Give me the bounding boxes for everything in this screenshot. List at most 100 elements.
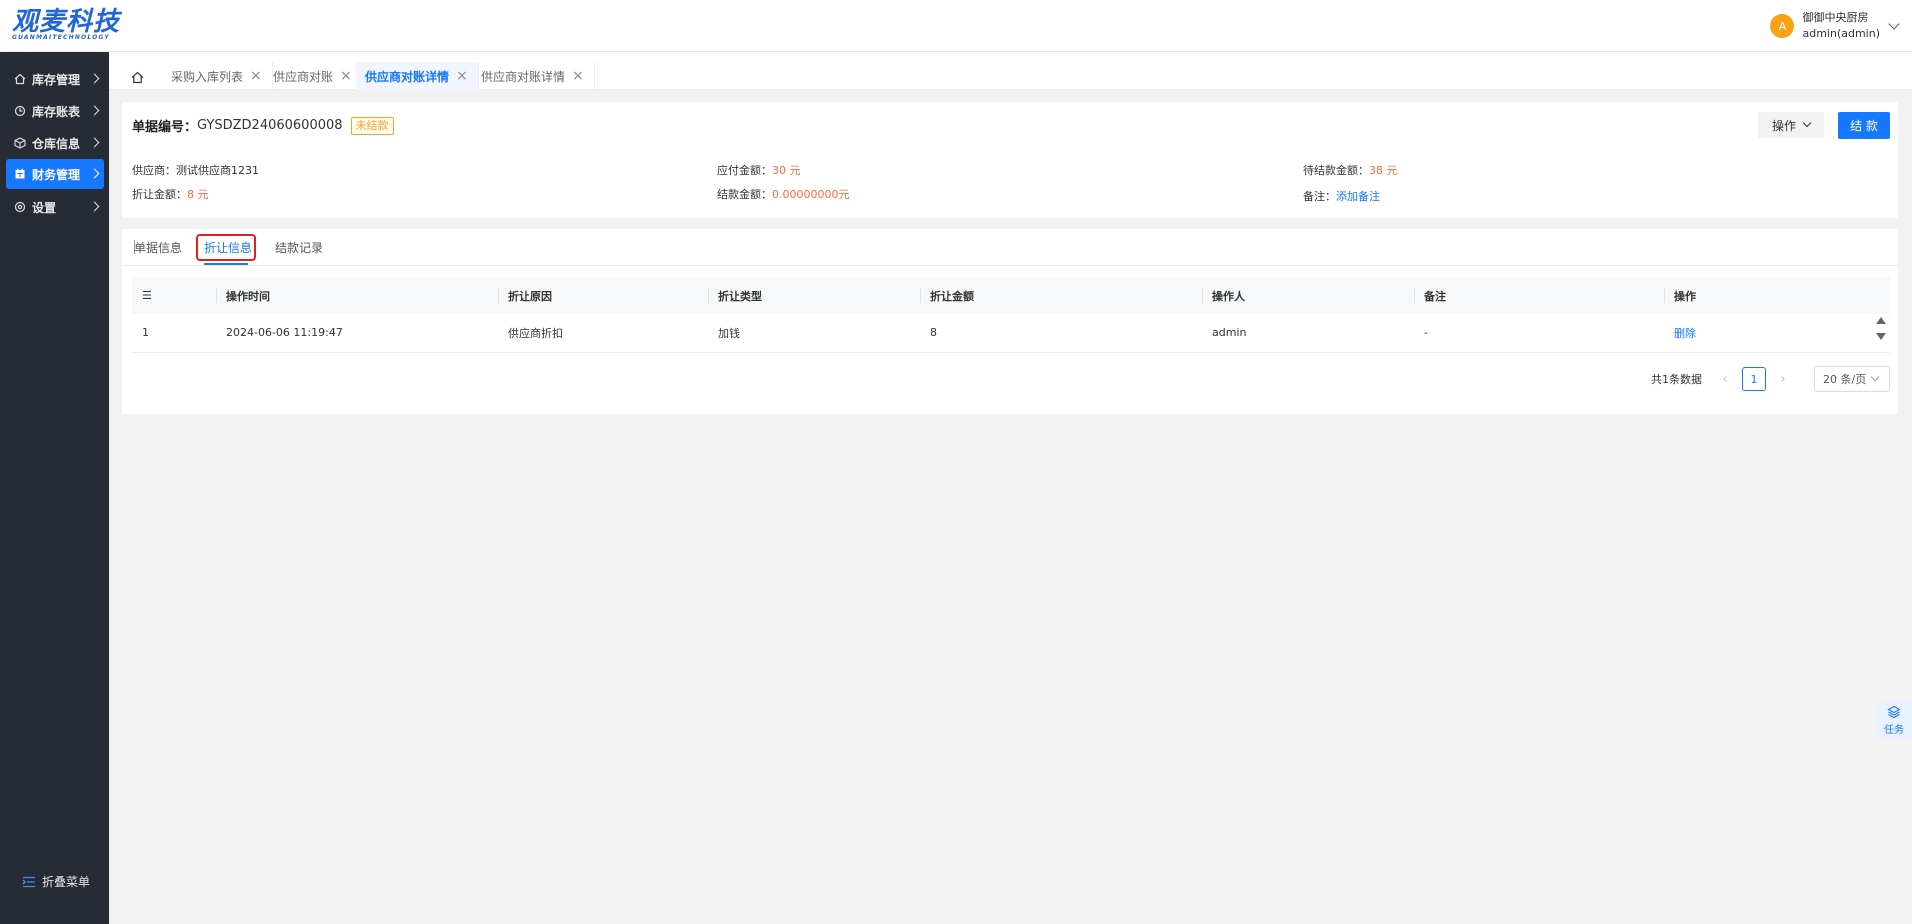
sidebar-item-label: 设置	[32, 200, 57, 215]
page-size-select[interactable]: 20 条/页	[1814, 366, 1890, 392]
page-number-current[interactable]: 1	[1742, 367, 1766, 391]
chevron-right-icon	[89, 73, 100, 84]
tab-supplier-reconciliation-detail-active[interactable]: 供应商对账详情 ×	[355, 62, 479, 90]
close-icon[interactable]: ×	[340, 68, 352, 84]
sidebar-item-label: 仓库信息	[32, 136, 81, 151]
chevron-right-icon	[89, 168, 100, 179]
user-menu[interactable]: A 御御中央厨房 admin(admin)	[1770, 10, 1900, 42]
operation-dropdown-button[interactable]: 操作	[1758, 112, 1824, 138]
avatar[interactable]: A	[1770, 14, 1795, 38]
row-remark: -	[1414, 314, 1664, 353]
tab-label: 供应商对账详情	[481, 69, 566, 84]
scroll-down-icon[interactable]	[1876, 333, 1886, 340]
tab-document-info[interactable]: 单据信息	[134, 239, 182, 256]
chevron-right-icon	[89, 137, 100, 148]
row-reason: 供应商折扣	[498, 314, 708, 353]
table-scroll-arrows[interactable]	[1876, 317, 1888, 340]
detail-tabs: 单据信息 折让信息 结款记录	[122, 229, 1898, 266]
column-header: 折让原因	[498, 277, 708, 314]
shop-name: 御御中央厨房	[1802, 11, 1869, 24]
brand-name: 观麦科技	[12, 7, 121, 37]
delete-link[interactable]: 删除	[1664, 314, 1890, 353]
sidebar-item-warehouse[interactable]: 仓库信息	[6, 128, 104, 158]
row-index: 1	[132, 314, 216, 353]
supplier-field: 供应商：测试供应商1231	[132, 162, 259, 178]
chevron-right-icon	[89, 105, 100, 116]
box-icon	[12, 137, 28, 149]
pagination: 共1条数据 ‹ 1 › 20 条/页	[1651, 366, 1890, 392]
close-icon[interactable]: ×	[456, 68, 468, 84]
column-header: 操作时间	[216, 277, 498, 314]
layers-icon	[1887, 705, 1901, 718]
column-settings-icon[interactable]: ☰	[132, 277, 216, 314]
sidebar-item-label: 库存账表	[32, 104, 81, 119]
detail-tabs-card: 单据信息 折让信息 结款记录 ☰ 操作时间 折让原因 折让类型 折让金额 操作人…	[122, 229, 1898, 414]
tab-home[interactable]	[119, 64, 155, 90]
payable-label: 应付金额：	[717, 164, 772, 177]
settled-field: 结款金额：0.00000000元	[717, 186, 849, 202]
prev-page-icon[interactable]: ‹	[1714, 368, 1736, 390]
finance-icon	[12, 168, 28, 180]
pending-value: 38 元	[1369, 164, 1398, 177]
brand-logo[interactable]: 观麦科技 GUANMAITECHNOLOGY	[12, 8, 120, 41]
tab-label: 供应商对账	[273, 69, 334, 84]
settle-button[interactable]: 结 款	[1838, 112, 1890, 139]
payable-field: 应付金额：30 元	[717, 162, 801, 178]
column-header: 折让类型	[708, 277, 920, 314]
discount-field: 折让金额：8 元	[132, 186, 209, 202]
brand-subtitle: GUANMAITECHNOLOGY	[12, 34, 110, 41]
sidebar-item-finance[interactable]: 财务管理	[6, 159, 104, 189]
active-tab-underline	[204, 263, 248, 265]
scroll-up-icon[interactable]	[1876, 317, 1886, 324]
tab-supplier-reconciliation[interactable]: 供应商对账 ×	[263, 62, 363, 90]
tab-payment-records[interactable]: 结款记录	[275, 239, 323, 256]
chevron-down-icon	[1870, 372, 1880, 382]
status-badge: 未结款	[350, 116, 394, 135]
table-row: 1 2024-06-06 11:19:47 供应商折扣 加钱 8 admin -…	[132, 314, 1890, 353]
chevron-right-icon	[89, 201, 100, 212]
table-header-row: ☰ 操作时间 折让原因 折让类型 折让金额 操作人 备注 操作	[132, 277, 1890, 314]
row-operator: admin	[1202, 314, 1414, 353]
settled-value: 0.00000000元	[772, 188, 850, 201]
pending-label: 待结款金额：	[1303, 164, 1369, 177]
column-header: 操作人	[1202, 277, 1414, 314]
operation-label: 操作	[1771, 118, 1796, 133]
tab-label: 采购入库列表	[171, 69, 244, 84]
collapse-menu-button[interactable]: 折叠菜单	[22, 873, 90, 890]
sidebar-item-label: 财务管理	[32, 167, 81, 182]
discount-value: 8 元	[187, 188, 209, 201]
sidebar-item-settings[interactable]: 设置	[6, 192, 104, 222]
next-page-icon[interactable]: ›	[1772, 368, 1794, 390]
sidebar-item-ledger[interactable]: 库存账表	[6, 96, 104, 126]
add-remark-link[interactable]: 添加备注	[1336, 190, 1380, 203]
pending-field: 待结款金额：38 元	[1303, 162, 1398, 178]
sidebar-item-label: 库存管理	[32, 72, 81, 87]
close-icon[interactable]: ×	[250, 68, 262, 84]
task-float-button[interactable]: 任务	[1876, 700, 1912, 740]
task-label: 任务	[1884, 724, 1904, 736]
document-number-label: 单据编号：	[132, 120, 198, 135]
sidebar-item-inventory[interactable]: 库存管理	[6, 64, 104, 94]
document-number-value: GYSDZD24060600008	[197, 118, 343, 133]
tab-purchase-inbound-list[interactable]: 采购入库列表 ×	[161, 62, 273, 90]
payable-value: 30 元	[772, 164, 801, 177]
remark-field: 备注：添加备注	[1303, 188, 1380, 204]
close-icon[interactable]: ×	[572, 68, 584, 84]
tab-discount-info[interactable]: 折让信息	[204, 239, 252, 256]
ledger-icon	[12, 105, 28, 117]
gear-icon	[12, 201, 28, 213]
supplier-label: 供应商：	[132, 164, 176, 177]
collapse-icon	[22, 876, 35, 887]
tab-supplier-reconciliation-detail[interactable]: 供应商对账详情 ×	[471, 62, 595, 90]
collapse-label: 折叠菜单	[42, 875, 91, 889]
chevron-down-icon	[1802, 118, 1812, 128]
column-header: 折让金额	[920, 277, 1202, 314]
discount-label: 折让金额：	[132, 188, 187, 201]
chevron-down-icon[interactable]	[1888, 18, 1900, 30]
home-icon	[12, 73, 28, 85]
discount-table: ☰ 操作时间 折让原因 折让类型 折让金额 操作人 备注 操作 1 2024-0…	[132, 277, 1890, 353]
row-time: 2024-06-06 11:19:47	[216, 314, 498, 353]
top-header: 观麦科技 GUANMAITECHNOLOGY A 御御中央厨房 admin(ad…	[0, 0, 1912, 52]
total-count: 共1条数据	[1651, 373, 1702, 386]
supplier-value: 测试供应商1231	[176, 164, 259, 177]
